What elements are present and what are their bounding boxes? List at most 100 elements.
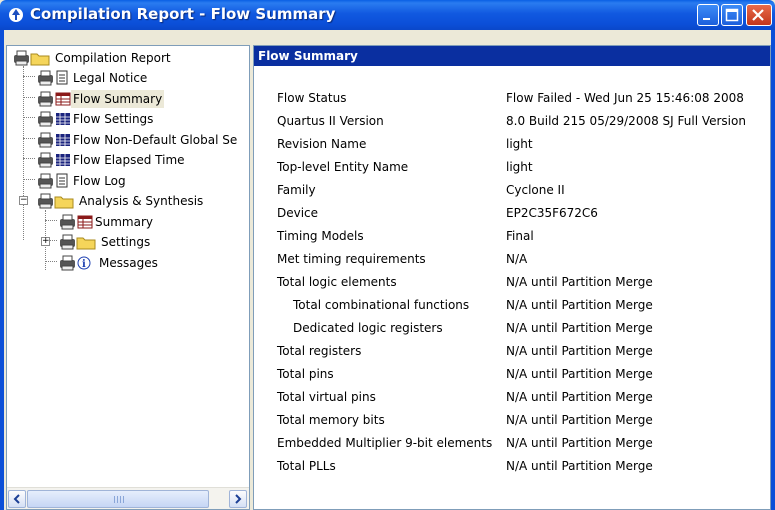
tree-item-label: Flow Summary bbox=[71, 90, 165, 108]
tree-item-flow-elapsed-time[interactable]: Flow Elapsed Time bbox=[37, 150, 249, 170]
window-frame-right bbox=[771, 30, 775, 510]
tree-item-flow-settings[interactable]: Flow Settings bbox=[37, 109, 249, 129]
printer-table-icon bbox=[38, 152, 70, 168]
minimize-button[interactable] bbox=[697, 4, 719, 26]
tree-item-flow-log[interactable]: Flow Log bbox=[37, 171, 249, 191]
row-key: Total memory bits bbox=[277, 413, 385, 427]
printer-table-icon bbox=[38, 111, 70, 127]
tree-item-label: Compilation Report bbox=[55, 51, 171, 65]
maximize-icon bbox=[725, 8, 739, 22]
tree-connector bbox=[23, 158, 35, 159]
tree-item-flow-summary[interactable]: Flow Summary bbox=[37, 89, 249, 109]
row-value: 8.0 Build 215 05/29/2008 SJ Full Version bbox=[506, 114, 746, 128]
tree-item-label: Flow Log bbox=[73, 174, 126, 188]
tree-connector bbox=[23, 97, 35, 98]
row-key: Met timing requirements bbox=[277, 252, 426, 266]
printer-folder-icon bbox=[38, 193, 74, 209]
row-value: Cyclone II bbox=[506, 183, 565, 197]
tree-connector bbox=[23, 76, 35, 77]
tree-item-label: Flow Elapsed Time bbox=[73, 153, 185, 167]
row-value: N/A until Partition Merge bbox=[506, 275, 653, 289]
tree-connector bbox=[23, 138, 35, 139]
row-value: Final bbox=[506, 229, 534, 243]
window-frame-left bbox=[0, 30, 4, 510]
scroll-right-button[interactable] bbox=[229, 490, 247, 508]
row-key: Timing Models bbox=[277, 229, 364, 243]
report-panel: Flow Summary Flow Status Flow Failed - W… bbox=[253, 45, 771, 510]
chevron-left-icon bbox=[13, 494, 20, 504]
close-icon bbox=[752, 9, 764, 21]
printer-folder-icon bbox=[60, 234, 96, 250]
collapse-toggle[interactable]: − bbox=[19, 196, 28, 205]
row-key: Embedded Multiplier 9-bit elements bbox=[277, 436, 493, 450]
tree-item-label: Flow Non-Default Global Se bbox=[73, 133, 238, 147]
row-value: Flow Failed - Wed Jun 25 15:46:08 2008 bbox=[506, 91, 744, 105]
tree-item-label: Settings bbox=[101, 235, 151, 249]
printer-document-icon bbox=[38, 173, 68, 189]
panel-header: Flow Summary bbox=[254, 46, 770, 66]
chevron-right-icon bbox=[235, 494, 242, 504]
tree-item-label: Flow Settings bbox=[73, 112, 154, 126]
tree-connector bbox=[23, 179, 35, 180]
tree-connector bbox=[23, 66, 24, 240]
row-key: Total combinational functions bbox=[293, 298, 470, 312]
row-key: Total virtual pins bbox=[277, 390, 376, 404]
tree-connector bbox=[45, 261, 57, 262]
tree-item-flow-non-default-global[interactable]: Flow Non-Default Global Se bbox=[37, 130, 249, 150]
tree-item-summary[interactable]: Summary bbox=[59, 212, 249, 232]
scroll-left-button[interactable] bbox=[8, 490, 26, 508]
tree-connector bbox=[23, 117, 35, 118]
row-key: Total registers bbox=[277, 344, 362, 358]
window-title: Compilation Report - Flow Summary bbox=[30, 5, 336, 23]
tree-item-label: Summary bbox=[95, 215, 153, 229]
row-key: Revision Name bbox=[277, 137, 367, 151]
row-value: N/A until Partition Merge bbox=[506, 344, 653, 358]
tree-item-settings[interactable]: Settings bbox=[59, 232, 249, 252]
row-value: N/A until Partition Merge bbox=[506, 298, 653, 312]
row-key: Total logic elements bbox=[277, 275, 397, 289]
row-value: N/A until Partition Merge bbox=[506, 413, 653, 427]
tree-item-label: Analysis & Synthesis bbox=[79, 194, 204, 208]
row-key: Total PLLs bbox=[277, 459, 336, 473]
close-button[interactable] bbox=[746, 4, 772, 26]
row-key: Dedicated logic registers bbox=[293, 321, 443, 335]
tree-item-analysis-synthesis[interactable]: Analysis & Synthesis bbox=[37, 191, 249, 211]
report-tree[interactable]: Compilation Report Legal Notice Flow Sum… bbox=[6, 45, 250, 510]
expand-toggle[interactable]: + bbox=[41, 237, 50, 246]
svg-text:i: i bbox=[82, 259, 86, 270]
row-key: Top-level Entity Name bbox=[277, 160, 409, 174]
printer-table-icon bbox=[38, 132, 70, 148]
tree-item-compilation-report[interactable]: Compilation Report bbox=[13, 48, 249, 68]
row-value: EP2C35F672C6 bbox=[506, 206, 598, 220]
row-key: Total pins bbox=[277, 367, 334, 381]
row-key: Quartus II Version bbox=[277, 114, 384, 128]
row-value: N/A until Partition Merge bbox=[506, 367, 653, 381]
tree-horizontal-scrollbar[interactable] bbox=[7, 487, 249, 509]
row-key: Flow Status bbox=[277, 91, 347, 105]
row-value: N/A until Partition Merge bbox=[506, 459, 653, 473]
printer-table-icon bbox=[60, 214, 93, 230]
row-value: N/A until Partition Merge bbox=[506, 321, 653, 335]
minimize-icon bbox=[703, 18, 710, 20]
scroll-grip bbox=[114, 496, 124, 503]
printer-document-icon bbox=[38, 70, 68, 86]
printer-info-icon: i bbox=[60, 255, 91, 271]
printer-folder-icon bbox=[14, 50, 50, 66]
row-value: light bbox=[506, 137, 533, 151]
row-value: N/A until Partition Merge bbox=[506, 390, 653, 404]
row-value: N/A bbox=[506, 252, 528, 266]
row-value: light bbox=[506, 160, 533, 174]
scroll-thumb[interactable] bbox=[27, 490, 209, 508]
printer-table-icon bbox=[38, 91, 71, 107]
tree-item-messages[interactable]: i Messages bbox=[59, 253, 249, 273]
title-bar[interactable]: Compilation Report - Flow Summary bbox=[0, 0, 775, 30]
tree-item-label: Messages bbox=[99, 256, 158, 270]
maximize-button[interactable] bbox=[721, 4, 743, 26]
row-key: Device bbox=[277, 206, 319, 220]
app-icon bbox=[9, 8, 23, 22]
row-key: Family bbox=[277, 183, 316, 197]
tree-item-legal-notice[interactable]: Legal Notice bbox=[37, 68, 249, 88]
row-value: N/A until Partition Merge bbox=[506, 436, 653, 450]
tree-connector bbox=[45, 220, 57, 221]
report-tree-content: Compilation Report Legal Notice Flow Sum… bbox=[7, 46, 249, 486]
